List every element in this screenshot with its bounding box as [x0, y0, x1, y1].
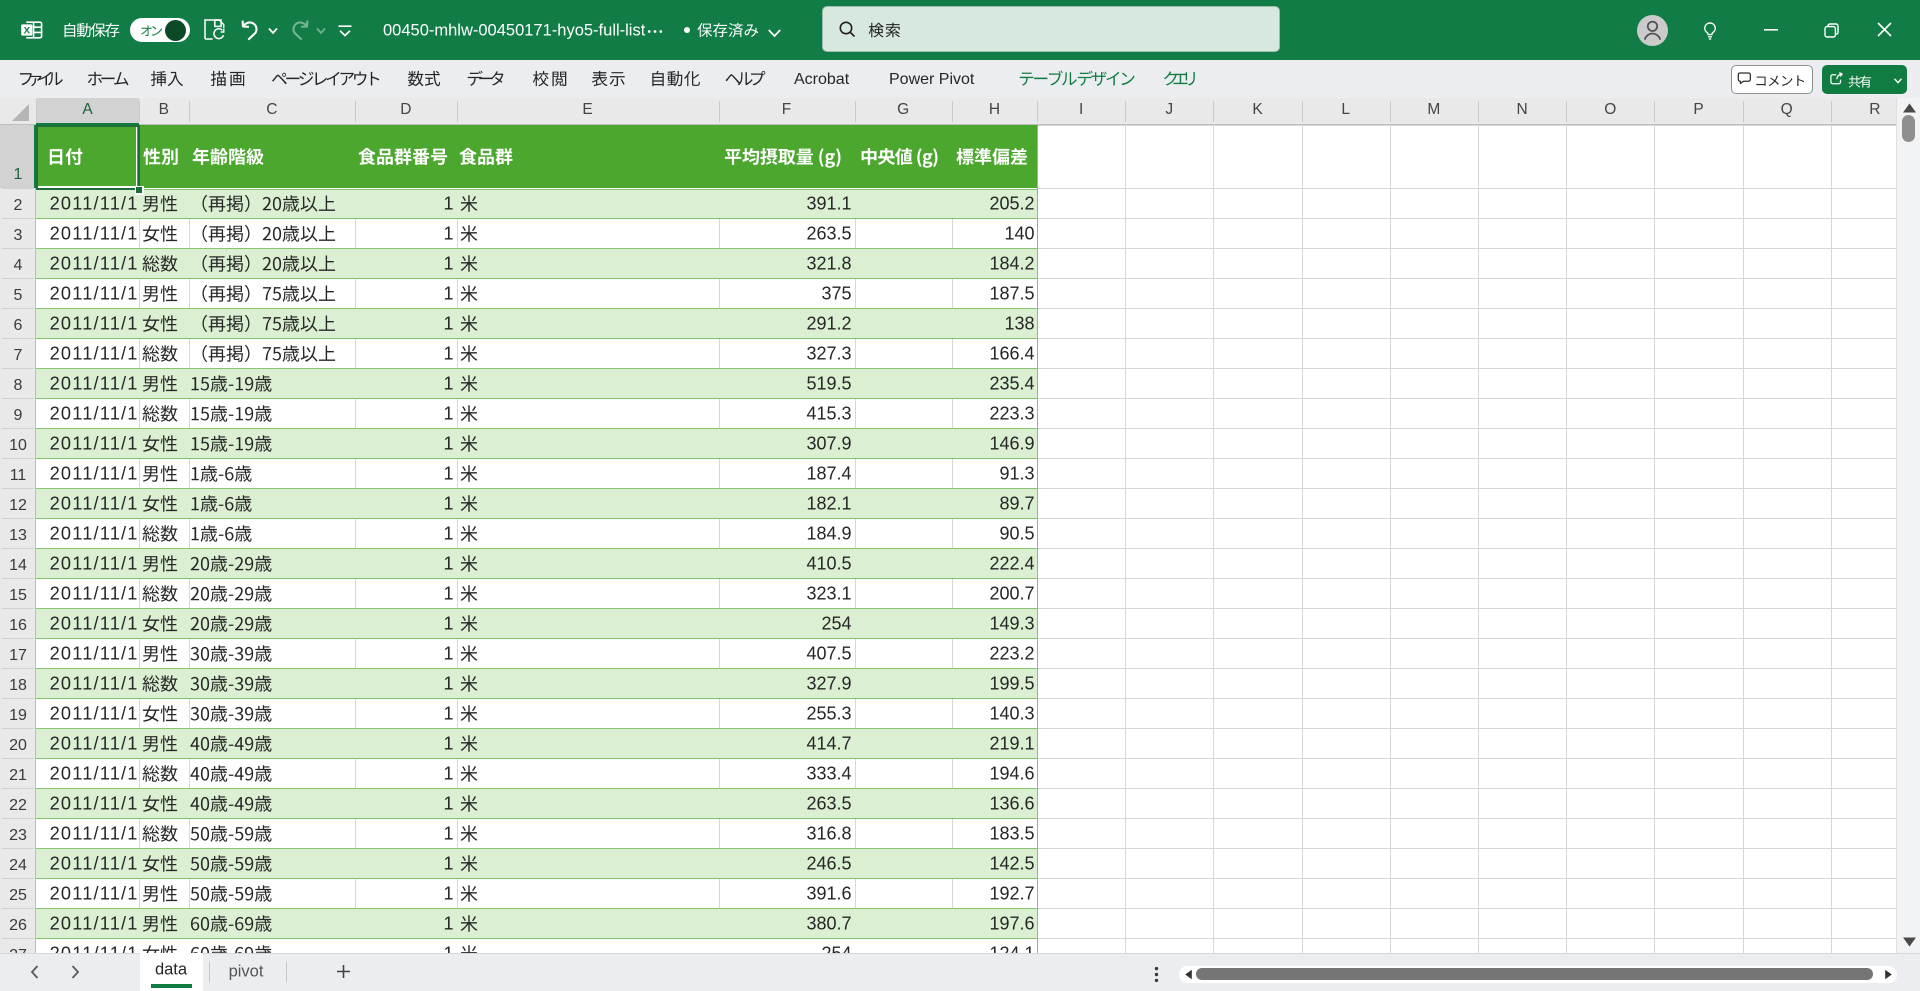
- svg-text:X: X: [24, 25, 31, 36]
